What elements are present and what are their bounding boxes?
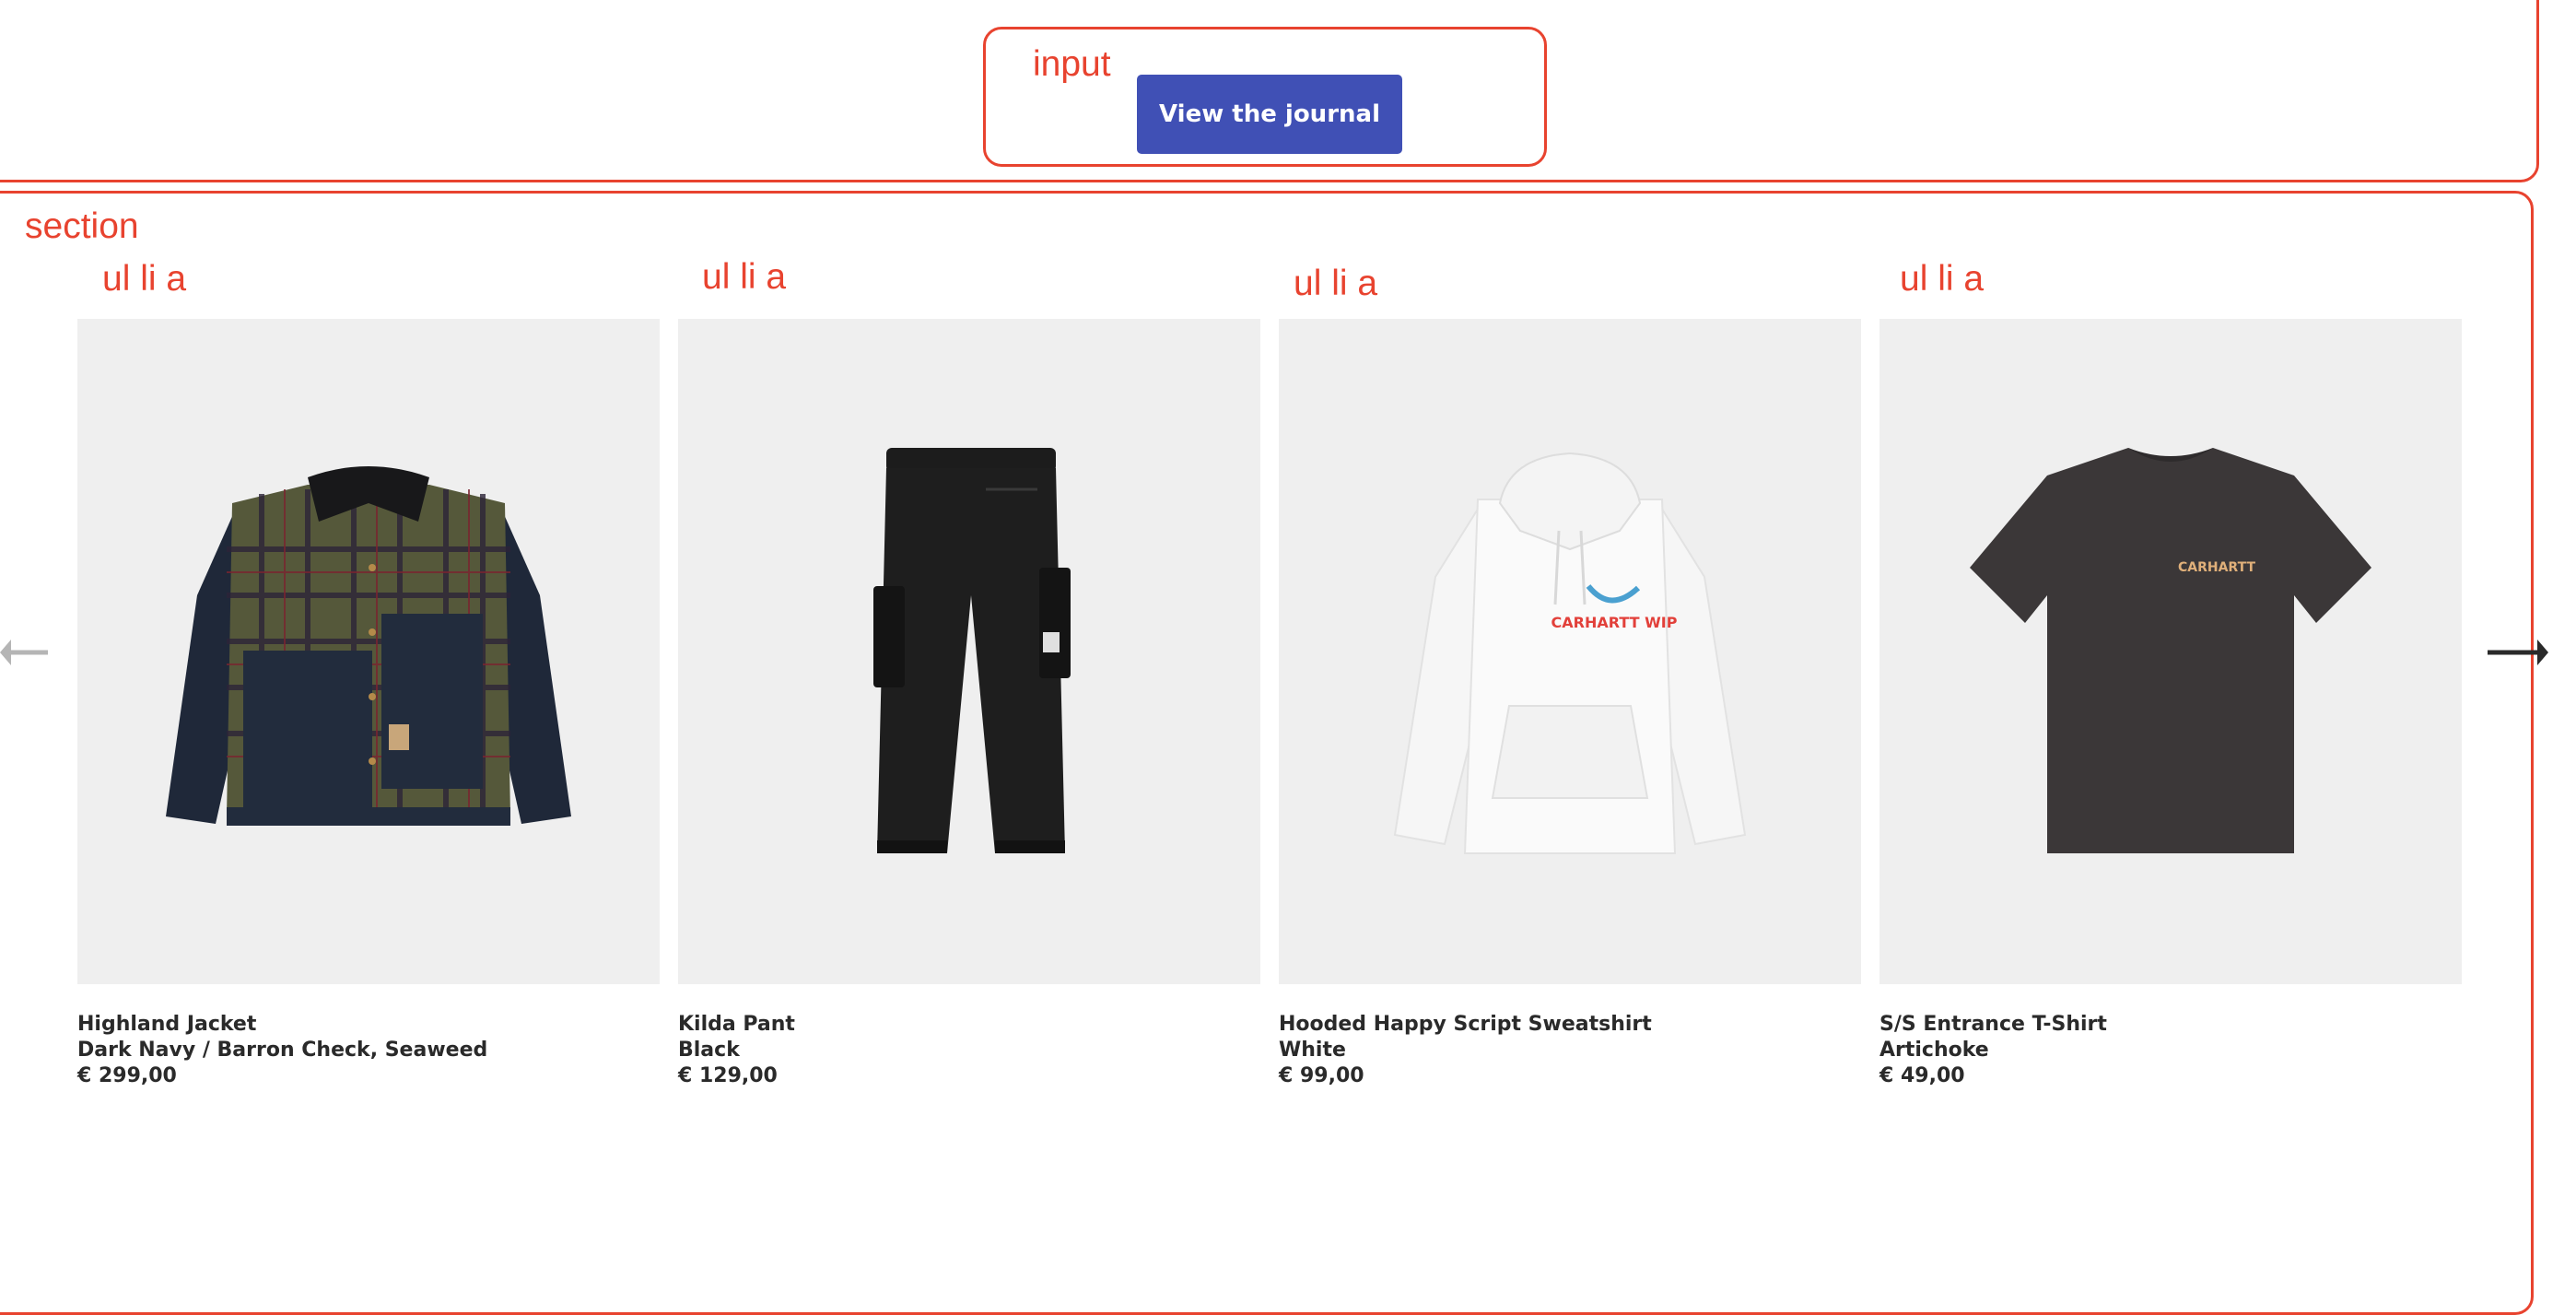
view-journal-button[interactable]: View the journal xyxy=(1137,75,1402,154)
product-price: € 129,00 xyxy=(678,1064,778,1087)
product-image xyxy=(678,319,1260,984)
product-name: Highland Jacket xyxy=(77,1013,257,1036)
product-card-ss-entrance-t-shirt[interactable]: CARHARTT S/S Entrance T-Shirt Artichoke … xyxy=(1879,319,2462,1089)
product-info: Kilda Pant Black € 129,00 xyxy=(678,1012,1260,1089)
product-image xyxy=(77,319,660,984)
input-annotation-label: input xyxy=(1033,44,1111,84)
product-info: S/S Entrance T-Shirt Artichoke € 49,00 xyxy=(1879,1012,2462,1089)
product-name: Kilda Pant xyxy=(678,1013,795,1036)
product-card-hooded-happy-script-sweatshirt[interactable]: CARHARTT WIP Hooded Happy Script Sweatsh… xyxy=(1279,319,1861,1089)
hoodie-graphic-text: CARHARTT WIP xyxy=(1551,614,1678,631)
hoodie-image: CARHARTT WIP xyxy=(1393,452,1747,854)
tshirt-graphic-text: CARHARTT xyxy=(2178,560,2255,575)
product-card-highland-jacket[interactable]: Highland Jacket Dark Navy / Barron Check… xyxy=(77,319,660,1089)
product-color: Black xyxy=(678,1039,740,1062)
product-name: S/S Entrance T-Shirt xyxy=(1879,1013,2107,1036)
jacket-image xyxy=(166,466,571,826)
product-name: Hooded Happy Script Sweatshirt xyxy=(1279,1013,1652,1036)
product-card-kilda-pant[interactable]: Kilda Pant Black € 129,00 xyxy=(678,319,1260,1089)
tshirt-image: CARHARTT xyxy=(1970,448,2371,853)
product-color: Dark Navy / Barron Check, Seaweed xyxy=(77,1039,488,1062)
list-annotation-label-2: ul li a xyxy=(702,257,787,297)
product-color: White xyxy=(1279,1039,1346,1062)
list-annotation-label-3: ul li a xyxy=(1294,264,1378,303)
pant-image xyxy=(873,448,1071,853)
product-image: CARHARTT WIP xyxy=(1279,319,1861,984)
product-price: € 299,00 xyxy=(77,1064,177,1087)
product-price: € 99,00 xyxy=(1279,1064,1364,1087)
product-image: CARHARTT xyxy=(1879,319,2462,984)
list-annotation-label-1: ul li a xyxy=(102,259,187,299)
product-info: Hooded Happy Script Sweatshirt White € 9… xyxy=(1279,1012,1861,1089)
list-annotation-label-4: ul li a xyxy=(1900,259,1985,299)
product-info: Highland Jacket Dark Navy / Barron Check… xyxy=(77,1012,660,1089)
product-color: Artichoke xyxy=(1879,1039,1989,1062)
arrow-left-icon[interactable] xyxy=(0,627,61,678)
section-annotation-label: section xyxy=(25,206,139,246)
product-price: € 49,00 xyxy=(1879,1064,1965,1087)
arrow-right-icon[interactable] xyxy=(2488,627,2552,678)
